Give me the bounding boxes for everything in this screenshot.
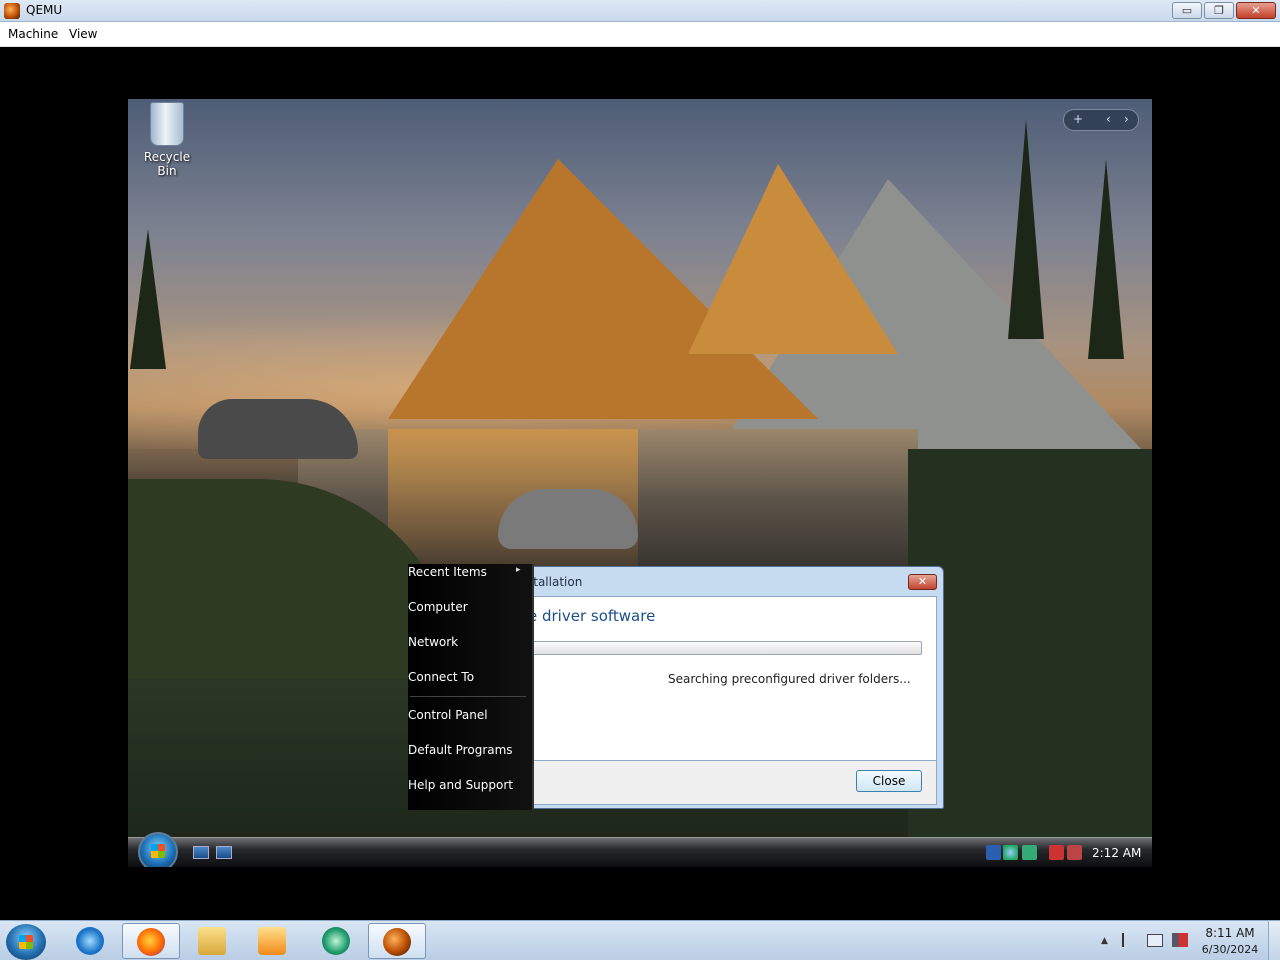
qemu-icon — [383, 928, 411, 956]
prev-gadget-icon[interactable]: ‹ — [1106, 112, 1111, 126]
close-window-button[interactable]: ✕ — [1236, 2, 1276, 19]
security-check-icon[interactable] — [1022, 845, 1037, 860]
network-icon[interactable] — [986, 845, 1001, 860]
media-player-icon — [258, 927, 286, 955]
next-gadget-icon[interactable]: › — [1124, 112, 1129, 126]
guest-start-button[interactable] — [138, 832, 178, 867]
start-menu-item-label: Connect To — [408, 670, 475, 684]
restore-button[interactable]: ❐ — [1204, 2, 1234, 19]
volume-muted-icon[interactable] — [1172, 933, 1188, 947]
network-disconnected-icon[interactable] — [1049, 845, 1064, 860]
start-menu-item-network[interactable]: Network — [408, 635, 528, 649]
taskbar-firefox[interactable] — [122, 923, 180, 959]
host-start-button[interactable] — [6, 924, 46, 960]
installation-progress-bar — [528, 641, 922, 655]
windows-logo-icon — [19, 935, 33, 949]
wallpaper-tree — [1008, 119, 1044, 339]
start-menu-item-computer[interactable]: Computer — [408, 600, 528, 614]
window-controls: ▭ ❐ ✕ — [1172, 2, 1276, 19]
start-menu-item-help-and-support[interactable]: Help and Support — [408, 778, 528, 792]
start-menu-item-label: Recent Items — [408, 565, 487, 579]
taskbar-media-player[interactable] — [244, 923, 302, 959]
recycle-bin-icon — [150, 102, 184, 146]
minimize-icon: ▭ — [1181, 4, 1193, 17]
add-gadget-icon[interactable]: + — [1073, 112, 1083, 126]
start-menu-item-recent-items[interactable]: Recent Items ▸ — [408, 565, 528, 579]
file-explorer-icon — [198, 927, 226, 955]
start-menu-item-control-panel[interactable]: Control Panel — [408, 708, 528, 722]
close-button[interactable]: Close — [856, 770, 922, 792]
show-desktop-icon[interactable] — [193, 846, 209, 859]
guest-clock[interactable]: 2:12 AM — [1092, 846, 1141, 860]
start-menu-item-label: Network — [408, 635, 459, 649]
volume-muted-icon[interactable] — [1067, 845, 1082, 860]
status-text: Searching preconfigured driver folders..… — [668, 672, 911, 686]
network-activity-icon[interactable] — [1003, 845, 1018, 860]
show-desktop-button[interactable] — [1268, 921, 1280, 960]
wallpaper-boulder — [498, 489, 638, 549]
wallpaper-rock — [198, 399, 358, 459]
host-taskbar: ▲ 8:11 AM 6/30/2024 — [0, 920, 1280, 960]
host-window-title: QEMU — [26, 3, 63, 17]
wallpaper-meadow-right — [908, 449, 1152, 849]
start-menu-item-label: Help and Support — [408, 778, 513, 792]
start-menu-item-label: Default Programs — [408, 743, 513, 757]
dialog-close-button[interactable]: ✕ — [908, 574, 937, 590]
show-hidden-icons-button[interactable]: ▲ — [1101, 936, 1108, 946]
start-menu-item-label: Computer — [408, 600, 468, 614]
network-icon[interactable] — [1147, 934, 1163, 947]
app-icon — [322, 927, 350, 955]
action-center-flag-icon[interactable] — [1122, 933, 1136, 947]
start-menu-item-default-programs[interactable]: Default Programs — [408, 743, 528, 757]
taskbar-qemu[interactable] — [368, 923, 426, 959]
guest-screen[interactable]: Recycle Bin + ‹ › stallation ✕ e driver … — [128, 99, 1152, 867]
menu-view[interactable]: View — [69, 27, 97, 41]
wallpaper-mountain-sunlit-peak — [688, 164, 898, 354]
host-title-bar: QEMU ▭ ❐ ✕ — [0, 0, 1280, 22]
start-menu-right-pane: Recent Items ▸ Computer Network Connect … — [408, 564, 534, 810]
guest-taskbar: 2:12 AM — [128, 832, 1152, 867]
taskbar-file-explorer[interactable] — [184, 923, 242, 959]
driver-installation-dialog: stallation ✕ e driver software Searching… — [520, 566, 944, 809]
start-menu-item-label: Control Panel — [408, 708, 488, 722]
host-clock-time[interactable]: 8:11 AM — [1200, 926, 1260, 940]
internet-explorer-icon — [76, 927, 104, 955]
start-menu-item-connect-to[interactable]: Connect To — [408, 670, 528, 684]
windows-logo-icon — [151, 844, 165, 858]
dialog-footer: Close — [527, 761, 937, 805]
taskbar-app[interactable] — [308, 923, 366, 959]
dialog-title: stallation — [527, 575, 583, 589]
wallpaper-tree — [130, 229, 166, 369]
restore-icon: ❐ — [1214, 4, 1224, 17]
minimize-button[interactable]: ▭ — [1172, 2, 1202, 19]
dialog-heading: e driver software — [528, 607, 656, 625]
firefox-icon — [137, 928, 165, 956]
switch-windows-icon[interactable] — [216, 846, 232, 859]
sidebar-gadget-controls: + ‹ › — [1063, 109, 1139, 131]
desktop-icon-recycle-bin[interactable]: Recycle Bin — [134, 102, 200, 178]
wallpaper-tree — [1088, 159, 1124, 359]
host-menu-bar: Machine View — [0, 22, 1280, 47]
host-clock-date[interactable]: 6/30/2024 — [1200, 943, 1260, 956]
qemu-app-icon — [4, 3, 20, 19]
close-icon: ✕ — [1251, 4, 1261, 17]
submenu-arrow-icon: ▸ — [516, 565, 521, 575]
start-menu-separator — [410, 696, 526, 697]
taskbar-internet-explorer[interactable] — [62, 923, 120, 959]
dialog-body: e driver software Searching preconfigure… — [527, 596, 937, 761]
desktop-icon-label: Recycle Bin — [143, 150, 191, 178]
menu-machine[interactable]: Machine — [8, 27, 58, 41]
